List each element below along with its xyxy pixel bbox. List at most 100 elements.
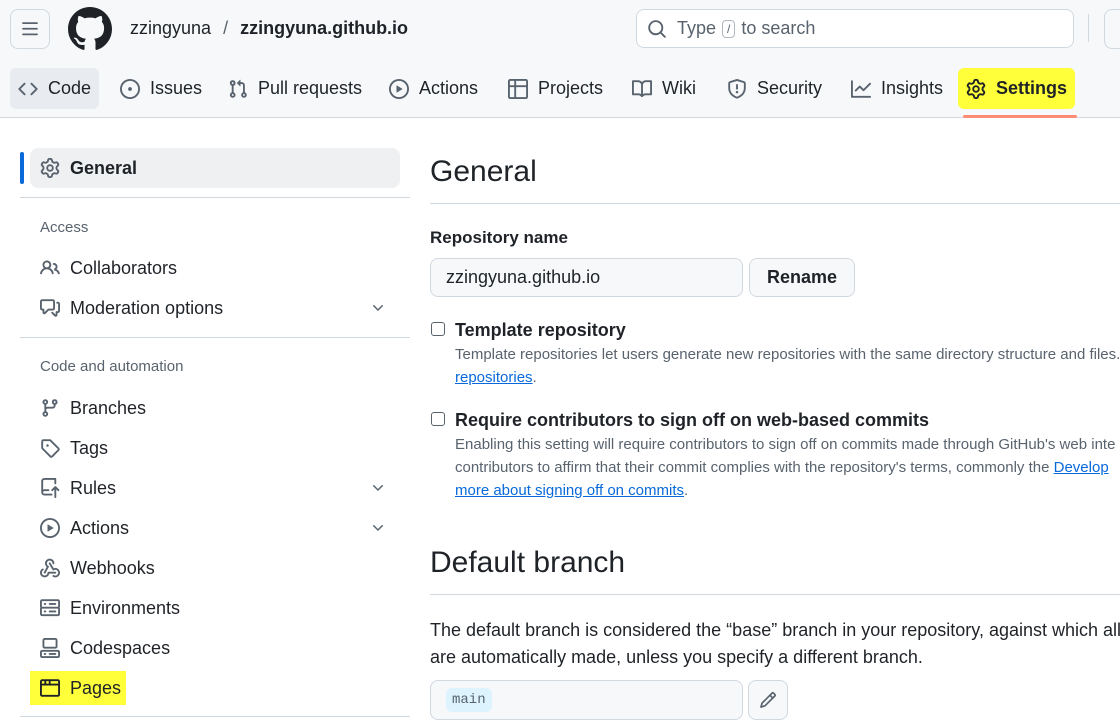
- graph-icon: [851, 79, 871, 98]
- description-line: more about signing off on commits.: [455, 479, 1120, 502]
- play-icon: [40, 518, 60, 538]
- hamburger-icon: [22, 22, 38, 36]
- gear-icon: [40, 158, 60, 178]
- sidebar-item-pages[interactable]: Pages: [30, 668, 400, 708]
- breadcrumb: zzingyuna / zzingyuna.github.io: [130, 18, 408, 39]
- selected-tab-underline: [963, 115, 1077, 118]
- signoff-title: Require contributors to sign off on web-…: [455, 410, 930, 430]
- tab-projects[interactable]: Projects: [500, 68, 611, 109]
- sidebar-item-label: Moderation options: [70, 297, 224, 318]
- tab-pull-requests[interactable]: Pull requests: [220, 68, 370, 109]
- codespaces-icon: [40, 638, 60, 658]
- template-repository-title: Template repository: [455, 320, 626, 340]
- tab-wiki[interactable]: Wiki: [624, 68, 704, 109]
- sidebar-group-code-automation: Code and automation: [40, 358, 184, 375]
- repo-name-input[interactable]: zzingyuna.github.io: [430, 258, 743, 297]
- sidebar-divider: [20, 716, 410, 717]
- repositories-link[interactable]: repositories: [455, 369, 533, 386]
- people-icon: [40, 260, 60, 275]
- sidebar-item-general[interactable]: General: [30, 148, 400, 188]
- tab-settings[interactable]: Settings: [958, 68, 1076, 109]
- edit-branch-button[interactable]: [748, 680, 788, 720]
- chevron-down-icon[interactable]: [370, 480, 386, 496]
- tab-security[interactable]: Security: [719, 68, 830, 109]
- description-line: are automatically made, unless you speci…: [430, 647, 923, 667]
- table-icon: [508, 78, 528, 99]
- sidebar-item-label: Webhooks: [70, 557, 155, 578]
- tab-label: Security: [757, 78, 823, 98]
- developer-certificate-link[interactable]: Develop: [1054, 459, 1109, 476]
- header-action-button[interactable]: [1104, 9, 1120, 49]
- search-icon: [648, 19, 666, 38]
- sidebar-item-branches[interactable]: Branches: [30, 388, 400, 428]
- sidebar-item-label: Collaborators: [70, 257, 178, 278]
- tab-actions[interactable]: Actions: [381, 68, 486, 109]
- active-item-indicator: [20, 152, 24, 184]
- template-repository-checkbox[interactable]: [431, 322, 445, 336]
- title-divider: [430, 203, 1120, 204]
- repo-name-link[interactable]: zzingyuna.github.io: [240, 18, 408, 39]
- sidebar-item-moderation-options[interactable]: Moderation options: [30, 288, 400, 328]
- description-line: repositories.: [455, 366, 1120, 389]
- browser-icon: [40, 679, 60, 697]
- sidebar-item-environments[interactable]: Environments: [30, 588, 400, 628]
- signoff-checkbox[interactable]: [431, 412, 445, 426]
- default-branch-description: The default branch is considered the “ba…: [430, 617, 1120, 671]
- search-placeholder-suffix: to search: [741, 18, 816, 38]
- description-line: contributors to affirm that their commit…: [455, 456, 1120, 479]
- repo-nav-tabs: Code Issues Pull requests Actions Projec…: [0, 68, 1120, 118]
- tab-insights[interactable]: Insights: [843, 68, 951, 109]
- webhook-icon: [40, 558, 60, 578]
- code-icon: [18, 82, 38, 95]
- gear-icon: [966, 78, 986, 99]
- tab-label: Actions: [419, 78, 479, 98]
- sidebar-item-tags[interactable]: Tags: [30, 428, 400, 468]
- sidebar-divider: [20, 337, 410, 338]
- repo-header: zzingyuna / zzingyuna.github.io Type / t…: [0, 0, 1120, 118]
- repo-owner-link[interactable]: zzingyuna: [130, 18, 211, 39]
- breadcrumb-separator: /: [223, 18, 229, 38]
- tab-issues[interactable]: Issues: [112, 68, 210, 109]
- default-branch-title: Default branch: [430, 546, 626, 579]
- tab-label: Wiki: [662, 78, 696, 98]
- github-logo-icon[interactable]: [68, 7, 112, 51]
- sidebar-item-label: Environments: [70, 597, 181, 618]
- default-branch-name: main: [446, 688, 492, 712]
- tab-label: Code: [48, 78, 92, 98]
- tab-label: Insights: [881, 78, 944, 98]
- sidebar-item-label: Rules: [70, 477, 117, 498]
- sidebar-item-label: Actions: [70, 517, 130, 538]
- search-shortcut-key: /: [722, 19, 736, 38]
- rename-button[interactable]: Rename: [749, 258, 855, 297]
- sidebar-item-codespaces[interactable]: Codespaces: [30, 628, 400, 668]
- sidebar-item-collaborators[interactable]: Collaborators: [30, 248, 400, 288]
- play-icon: [389, 78, 409, 99]
- search-input[interactable]: Type / to search: [636, 9, 1074, 48]
- book-icon: [632, 79, 652, 97]
- tag-icon: [41, 439, 60, 458]
- template-repository-description: Template repositories let users generate…: [455, 343, 1120, 389]
- description-text: contributors to affirm that their commit…: [455, 459, 1054, 476]
- sidebar-divider: [20, 197, 410, 198]
- repo-name-label: Repository name: [430, 228, 568, 247]
- tab-label: Settings: [996, 78, 1068, 98]
- chevron-down-icon[interactable]: [370, 300, 386, 316]
- signing-off-link[interactable]: more about signing off on commits: [455, 482, 684, 499]
- sidebar-item-webhooks[interactable]: Webhooks: [30, 548, 400, 588]
- server-icon: [40, 599, 60, 617]
- tab-code[interactable]: Code: [10, 68, 100, 109]
- chevron-down-icon[interactable]: [370, 520, 386, 536]
- page-title: General: [430, 155, 537, 188]
- sidebar-item-label: General: [70, 157, 138, 178]
- description-line: Template repositories let users generate…: [455, 346, 1120, 363]
- tab-label: Pull requests: [258, 78, 363, 98]
- sidebar-item-actions[interactable]: Actions: [30, 508, 400, 548]
- tab-label: Issues: [150, 78, 203, 98]
- menu-button[interactable]: [10, 9, 50, 49]
- issue-icon: [120, 78, 140, 99]
- punctuation: .: [684, 482, 689, 499]
- sidebar-item-rules[interactable]: Rules: [30, 468, 400, 508]
- sidebar-item-label: Codespaces: [70, 637, 171, 658]
- sidebar-item-label: Tags: [70, 437, 109, 458]
- comment-discussion-icon: [40, 299, 60, 317]
